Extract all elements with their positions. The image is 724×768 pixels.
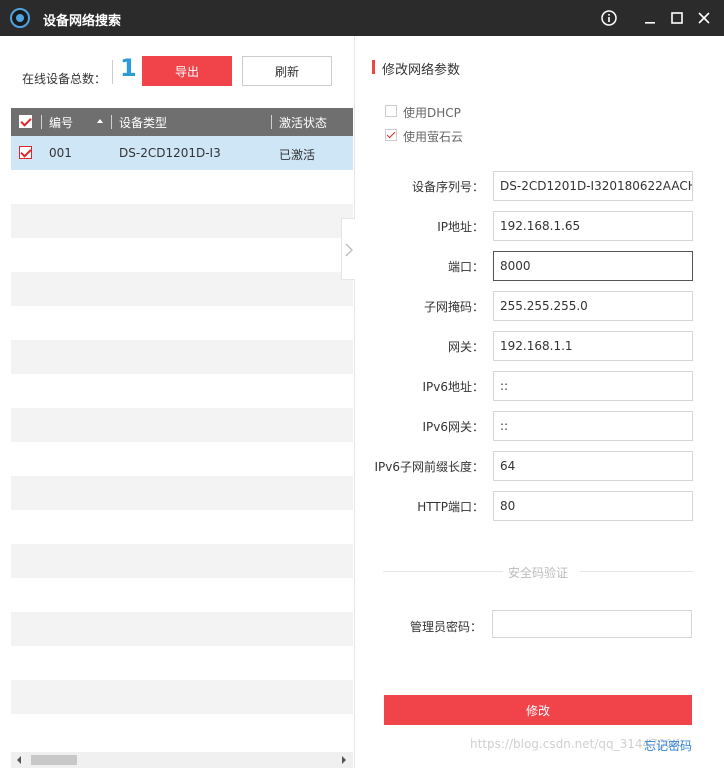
ipv6-gateway-field[interactable]: ::: [493, 411, 693, 441]
serial-row: 设备序列号： DS-2CD1201D-I320180622AACHC: [355, 171, 724, 201]
ipv6-label: IPv6地址：: [422, 380, 484, 394]
http-port-row: HTTP端口： 80: [355, 491, 724, 521]
scroll-right-icon[interactable]: [339, 755, 349, 765]
security-code-title: 安全码验证: [508, 566, 569, 580]
table-row[interactable]: 001 DS-2CD1201D-I3 已激活: [11, 136, 353, 170]
device-list-panel: 在线设备总数： 1 导出 刷新 编号 设备类型 激活状态 001 DS-2CD1…: [0, 36, 355, 768]
admin-password-label: 管理员密码：: [410, 620, 483, 634]
gateway-row: 网关： 192.168.1.1: [355, 331, 724, 361]
empty-row: [11, 680, 353, 714]
maximize-icon[interactable]: [667, 8, 687, 28]
empty-row: [11, 340, 353, 374]
serial-field[interactable]: DS-2CD1201D-I320180622AACHC: [493, 171, 693, 201]
window-title: 设备网络搜索: [43, 14, 122, 29]
dhcp-label: 使用DHCP: [403, 106, 461, 120]
refresh-button[interactable]: 刷新: [242, 56, 332, 86]
column-header-activation-status[interactable]: 激活状态: [279, 114, 327, 131]
dhcp-checkbox[interactable]: [385, 105, 397, 117]
empty-row: [11, 544, 353, 578]
scroll-thumb[interactable]: [31, 755, 77, 765]
ip-label: IP地址：: [437, 220, 484, 234]
gateway-label: 网关：: [447, 340, 484, 354]
online-count-value: 1: [120, 54, 137, 82]
modify-button[interactable]: 修改: [384, 695, 692, 725]
count-separator: [112, 60, 113, 84]
section-title: 修改网络参数: [382, 63, 461, 78]
mask-field[interactable]: 255.255.255.0: [493, 291, 693, 321]
column-header-id[interactable]: 编号: [49, 114, 73, 131]
empty-row: [11, 272, 353, 306]
port-field[interactable]: 8000: [493, 251, 693, 281]
select-all-checkbox[interactable]: [19, 115, 32, 128]
ip-field[interactable]: 192.168.1.65: [493, 211, 693, 241]
empty-row: [11, 204, 353, 238]
table-header: 编号 设备类型 激活状态: [11, 108, 353, 136]
mask-row: 子网掩码： 255.255.255.0: [355, 291, 724, 321]
port-row: 端口： 8000: [355, 251, 724, 281]
column-divider: [41, 115, 42, 129]
export-button[interactable]: 导出: [142, 56, 232, 86]
ipv6-prefix-field[interactable]: 64: [493, 451, 693, 481]
close-icon[interactable]: [694, 8, 714, 28]
app-logo-icon: [10, 8, 30, 28]
ipv6-gateway-row: IPv6网关： ::: [355, 411, 724, 441]
http-port-label: HTTP端口：: [417, 500, 484, 514]
column-divider: [271, 115, 272, 129]
network-params-panel: 修改网络参数 使用DHCP 使用萤石云 设备序列号： DS-2CD1201D-I…: [355, 36, 724, 768]
device-table-body: 001 DS-2CD1201D-I3 已激活: [11, 136, 353, 752]
cell-device-type: DS-2CD1201D-I3: [119, 146, 221, 160]
gateway-field[interactable]: 192.168.1.1: [493, 331, 693, 361]
panel-collapse-toggle[interactable]: [341, 218, 355, 280]
port-label: 端口：: [447, 260, 484, 274]
ipv6-prefix-label: IPv6子网前缀长度：: [374, 460, 484, 474]
ipv6-gateway-label: IPv6网关：: [422, 420, 484, 434]
cell-activation-status: 已激活: [279, 148, 316, 162]
admin-password-field[interactable]: [492, 610, 692, 638]
online-count-label: 在线设备总数：: [22, 72, 107, 86]
ipv6-prefix-row: IPv6子网前缀长度： 64: [355, 451, 724, 481]
ip-row: IP地址： 192.168.1.65: [355, 211, 724, 241]
empty-row: [11, 612, 353, 646]
horizontal-scrollbar[interactable]: [11, 752, 353, 768]
scroll-left-icon[interactable]: [14, 755, 24, 765]
column-header-device-type[interactable]: 设备类型: [119, 114, 167, 131]
empty-row: [11, 476, 353, 510]
section-accent-bar: [372, 60, 375, 74]
ezviz-checkbox[interactable]: [385, 129, 397, 141]
row-checkbox[interactable]: [19, 146, 32, 159]
ipv6-row: IPv6地址： ::: [355, 371, 724, 401]
column-divider: [111, 115, 112, 129]
chevron-right-icon: [345, 243, 353, 257]
empty-row: [11, 408, 353, 442]
section-divider: [383, 571, 503, 572]
minimize-icon[interactable]: [640, 8, 660, 28]
mask-label: 子网掩码：: [423, 300, 484, 314]
serial-label: 设备序列号：: [411, 180, 484, 194]
info-icon[interactable]: [599, 8, 619, 28]
sort-ascending-icon[interactable]: [95, 116, 105, 126]
title-bar: 设备网络搜索: [0, 0, 724, 36]
ezviz-label: 使用萤石云: [403, 130, 464, 144]
http-port-field[interactable]: 80: [493, 491, 693, 521]
section-divider: [580, 571, 693, 572]
cell-id: 001: [49, 146, 72, 160]
ipv6-field[interactable]: ::: [493, 371, 693, 401]
forgot-password-link[interactable]: 忘记密码: [644, 737, 692, 754]
